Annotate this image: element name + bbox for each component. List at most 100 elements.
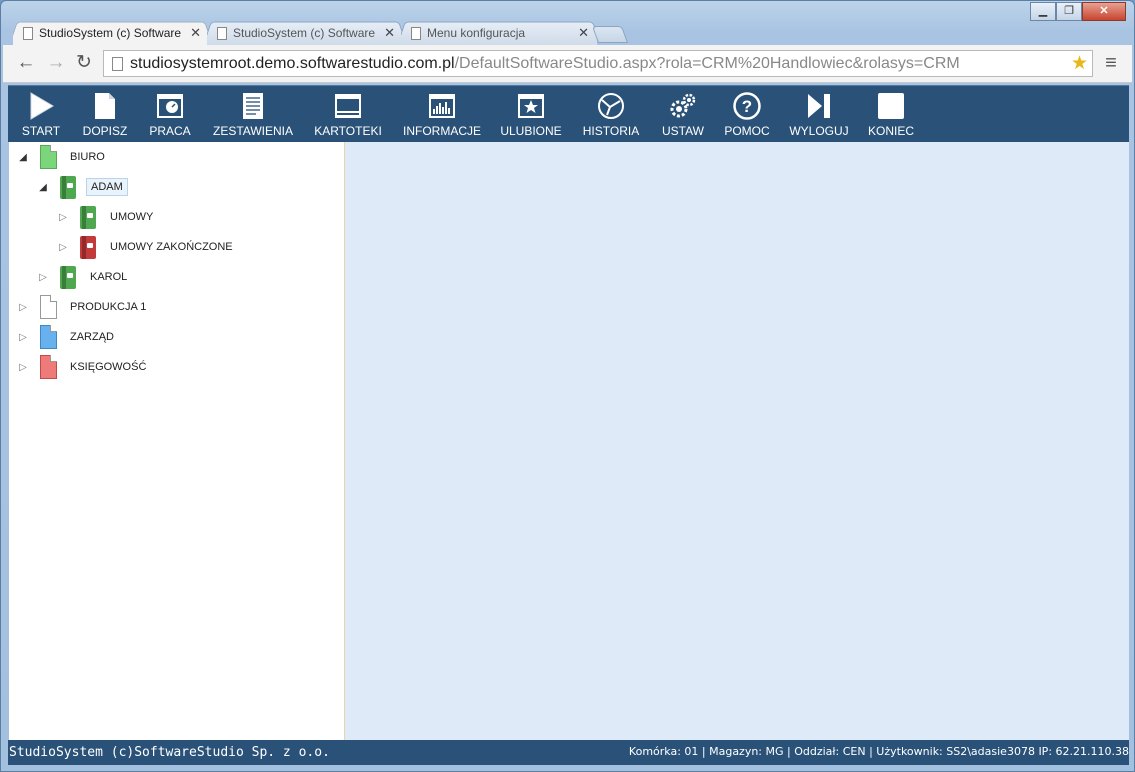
minimize-button[interactable]: ▁: [1030, 2, 1056, 21]
toolbar-pomoc-button[interactable]: ? POMOC: [720, 86, 774, 143]
toolbar-dopisz-button[interactable]: DOPISZ: [78, 86, 132, 143]
expand-arrow-icon[interactable]: ▷: [17, 362, 29, 373]
address-bar[interactable]: studiosystemroot.demo.softwarestudio.com…: [103, 50, 1093, 77]
collapse-arrow-icon[interactable]: ◢: [17, 152, 29, 163]
bookmark-star-icon[interactable]: ★: [1071, 51, 1088, 76]
expand-arrow-icon[interactable]: ▷: [57, 242, 69, 253]
collapse-arrow-icon[interactable]: ◢: [37, 182, 49, 193]
menu-icon[interactable]: ≡: [1100, 52, 1122, 74]
back-arrow-icon[interactable]: ←: [15, 52, 37, 74]
gears-icon: [668, 91, 698, 121]
report-document-icon: [238, 91, 268, 121]
toolbar-ustaw-button[interactable]: USTAW: [656, 86, 710, 143]
toolbar-label: PRACA: [149, 124, 191, 138]
tree-node-adam[interactable]: ◢ ADAM: [37, 172, 128, 202]
close-tab-icon[interactable]: ✕: [190, 21, 201, 45]
white-document-icon: [38, 294, 58, 320]
window-controls: ▁ ❐ ✕: [1030, 2, 1126, 21]
history-globe-icon: [596, 91, 626, 121]
tab-menu-konfiguracja[interactable]: Menu konfiguracja ✕: [401, 21, 597, 45]
status-session-info: Komórka: 01 | Magazyn: MG | Oddział: CEN…: [628, 745, 1129, 758]
tree-node-umowy-zakonczone[interactable]: ▷ UMOWY ZAKOŃCZONE: [57, 232, 237, 262]
star-window-icon: [516, 91, 546, 121]
new-page-icon: [90, 91, 120, 121]
tree-panel: ◢ BIURO ◢ ADAM ▷ UMOWY ▷ UMOWY ZAKOŃCZON…: [9, 142, 345, 740]
toolbar-label: POMOC: [724, 124, 770, 138]
close-tab-icon[interactable]: ✕: [578, 21, 589, 45]
maximize-button[interactable]: ❐: [1056, 2, 1082, 21]
close-window-button[interactable]: ✕: [1082, 2, 1126, 21]
toolbar-label: HISTORIA: [582, 124, 640, 138]
dashboard-window-icon: [155, 91, 185, 121]
tab-label: Menu konfiguracja: [427, 26, 526, 40]
bar-chart-window-icon: [427, 91, 457, 121]
browser-window: StudioSystem (c) Software ✕ StudioSystem…: [0, 0, 1135, 772]
toolbar-informacje-button[interactable]: INFORMACJE: [400, 86, 484, 143]
tree-node-label: ADAM: [86, 178, 128, 196]
toolbar-label: WYLOGUJ: [789, 124, 849, 138]
green-binder-icon: [58, 174, 78, 200]
expand-arrow-icon[interactable]: ▷: [37, 272, 49, 283]
new-tab-button[interactable]: [591, 26, 629, 43]
window-list-icon: [333, 91, 363, 121]
forward-arrow-icon[interactable]: →: [45, 52, 67, 74]
toolbar-label: ULUBIONE: [500, 124, 562, 138]
tree-node-label: BIURO: [70, 151, 105, 163]
status-bar: StudioSystem (c)SoftwareStudio Sp. z o.o…: [8, 740, 1129, 765]
play-icon: [26, 91, 56, 121]
url-path: /DefaultSoftwareStudio.aspx?rola=CRM%20H…: [454, 55, 960, 72]
reload-icon[interactable]: ↻: [73, 52, 95, 74]
toolbar-ulubione-button[interactable]: ULUBIONE: [496, 86, 566, 143]
tree-node-label: UMOWY ZAKOŃCZONE: [110, 241, 233, 253]
svg-text:?: ?: [742, 97, 752, 116]
tree-node-label: KSIĘGOWOŚĆ: [70, 361, 147, 373]
expand-arrow-icon[interactable]: ▷: [57, 212, 69, 223]
content-area: [345, 142, 1129, 740]
green-document-icon: [38, 144, 58, 170]
toolbar-label: DOPISZ: [82, 124, 128, 138]
green-binder-icon: [78, 204, 98, 230]
toolbar-label: START: [21, 124, 61, 138]
url-host: studiosystemroot.demo.softwarestudio.com…: [130, 55, 455, 72]
toolbar-start-button[interactable]: START: [14, 86, 68, 143]
tree-node-biuro[interactable]: ◢ BIURO: [17, 142, 109, 172]
toolbar-label: KARTOTEKI: [314, 124, 382, 138]
status-company: StudioSystem (c)SoftwareStudio Sp. z o.o…: [9, 745, 330, 760]
expand-arrow-icon[interactable]: ▷: [17, 332, 29, 343]
page-icon: [411, 27, 421, 40]
tree-node-karol[interactable]: ▷ KAROL: [37, 262, 131, 292]
toolbar-zestawienia-button[interactable]: ZESTAWIENIA: [206, 86, 300, 143]
logout-skip-icon: [804, 91, 834, 121]
tree-node-zarzad[interactable]: ▷ ZARZĄD: [17, 322, 118, 352]
help-circle-icon: ?: [732, 91, 762, 121]
green-binder-icon: [58, 264, 78, 290]
toolbar-label: USTAW: [662, 124, 704, 138]
tab-studiosystem-active[interactable]: StudioSystem (c) Software ✕: [13, 21, 209, 45]
tree-node-ksiegowosc[interactable]: ▷ KSIĘGOWOŚĆ: [17, 352, 150, 382]
blue-document-icon: [38, 324, 58, 350]
app-toolbar: START DOPISZ PRACA ZESTAWIENIA KARTOTEKI…: [8, 85, 1129, 142]
tab-studiosystem[interactable]: StudioSystem (c) Software ✕: [207, 21, 403, 45]
tree-node-umowy[interactable]: ▷ UMOWY: [57, 202, 157, 232]
tab-label: StudioSystem (c) Software: [233, 26, 376, 40]
red-document-icon: [38, 354, 58, 380]
browser-toolbar: ← → ↻ studiosystemroot.demo.softwarestud…: [3, 45, 1132, 83]
tree-node-produkcja-1[interactable]: ▷ PRODUKCJA 1: [17, 292, 150, 322]
toolbar-historia-button[interactable]: HISTORIA: [576, 86, 646, 143]
toolbar-label: INFORMACJE: [403, 124, 481, 138]
page-icon: [23, 27, 33, 40]
tree-node-label: ZARZĄD: [70, 331, 114, 343]
expand-arrow-icon[interactable]: ▷: [17, 302, 29, 313]
toolbar-label: KONIEC: [867, 124, 914, 138]
tab-label: StudioSystem (c) Software: [39, 26, 182, 40]
toolbar-kartoteki-button[interactable]: KARTOTEKI: [310, 86, 386, 143]
tree-node-label: PRODUKCJA 1: [70, 301, 147, 313]
red-binder-icon: [78, 234, 98, 260]
tree-node-label: UMOWY: [110, 211, 154, 223]
close-tab-icon[interactable]: ✕: [384, 21, 395, 45]
toolbar-wyloguj-button[interactable]: WYLOGUJ: [786, 86, 852, 143]
tree-node-label: KAROL: [90, 271, 128, 283]
page-icon: [112, 57, 123, 71]
toolbar-koniec-button[interactable]: KONIEC: [864, 86, 918, 143]
toolbar-praca-button[interactable]: PRACA: [144, 86, 196, 143]
